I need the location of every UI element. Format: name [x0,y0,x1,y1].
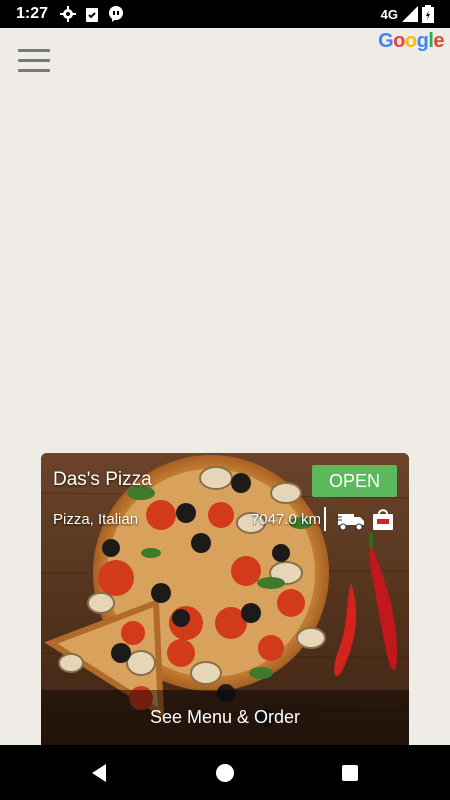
store-name: Das's Pizza [53,469,152,490]
shopping-bag-icon [373,509,393,530]
back-icon[interactable] [90,763,110,783]
status-right: 4G [381,5,434,23]
see-menu-order-button[interactable]: See Menu & Order [41,690,409,745]
divider [324,507,326,531]
gear-icon [60,6,76,22]
clipboard-check-icon [86,8,98,22]
distance-label: 7047.0 km [250,511,321,528]
notification-icons [60,6,124,22]
status-bar: 1:27 4G [0,0,450,28]
home-icon[interactable] [215,763,235,783]
cuisine-label: Pizza, Italian [53,511,139,528]
signal-icon [402,6,418,22]
status-time: 1:27 [16,5,49,22]
navigation-bar [0,745,450,800]
network-label: 4G [380,6,398,22]
chat-quote-icon [109,6,123,22]
hamburger-menu-icon[interactable] [18,49,50,75]
google-logo: Google [378,30,444,52]
battery-icon [422,5,434,23]
store-card[interactable]: Das's Pizza OPEN Pizza, Italian 7047.0 k… [41,453,409,745]
open-status-badge: OPEN [312,465,397,497]
recents-icon[interactable] [340,763,360,783]
delivery-truck-icon [336,514,364,531]
